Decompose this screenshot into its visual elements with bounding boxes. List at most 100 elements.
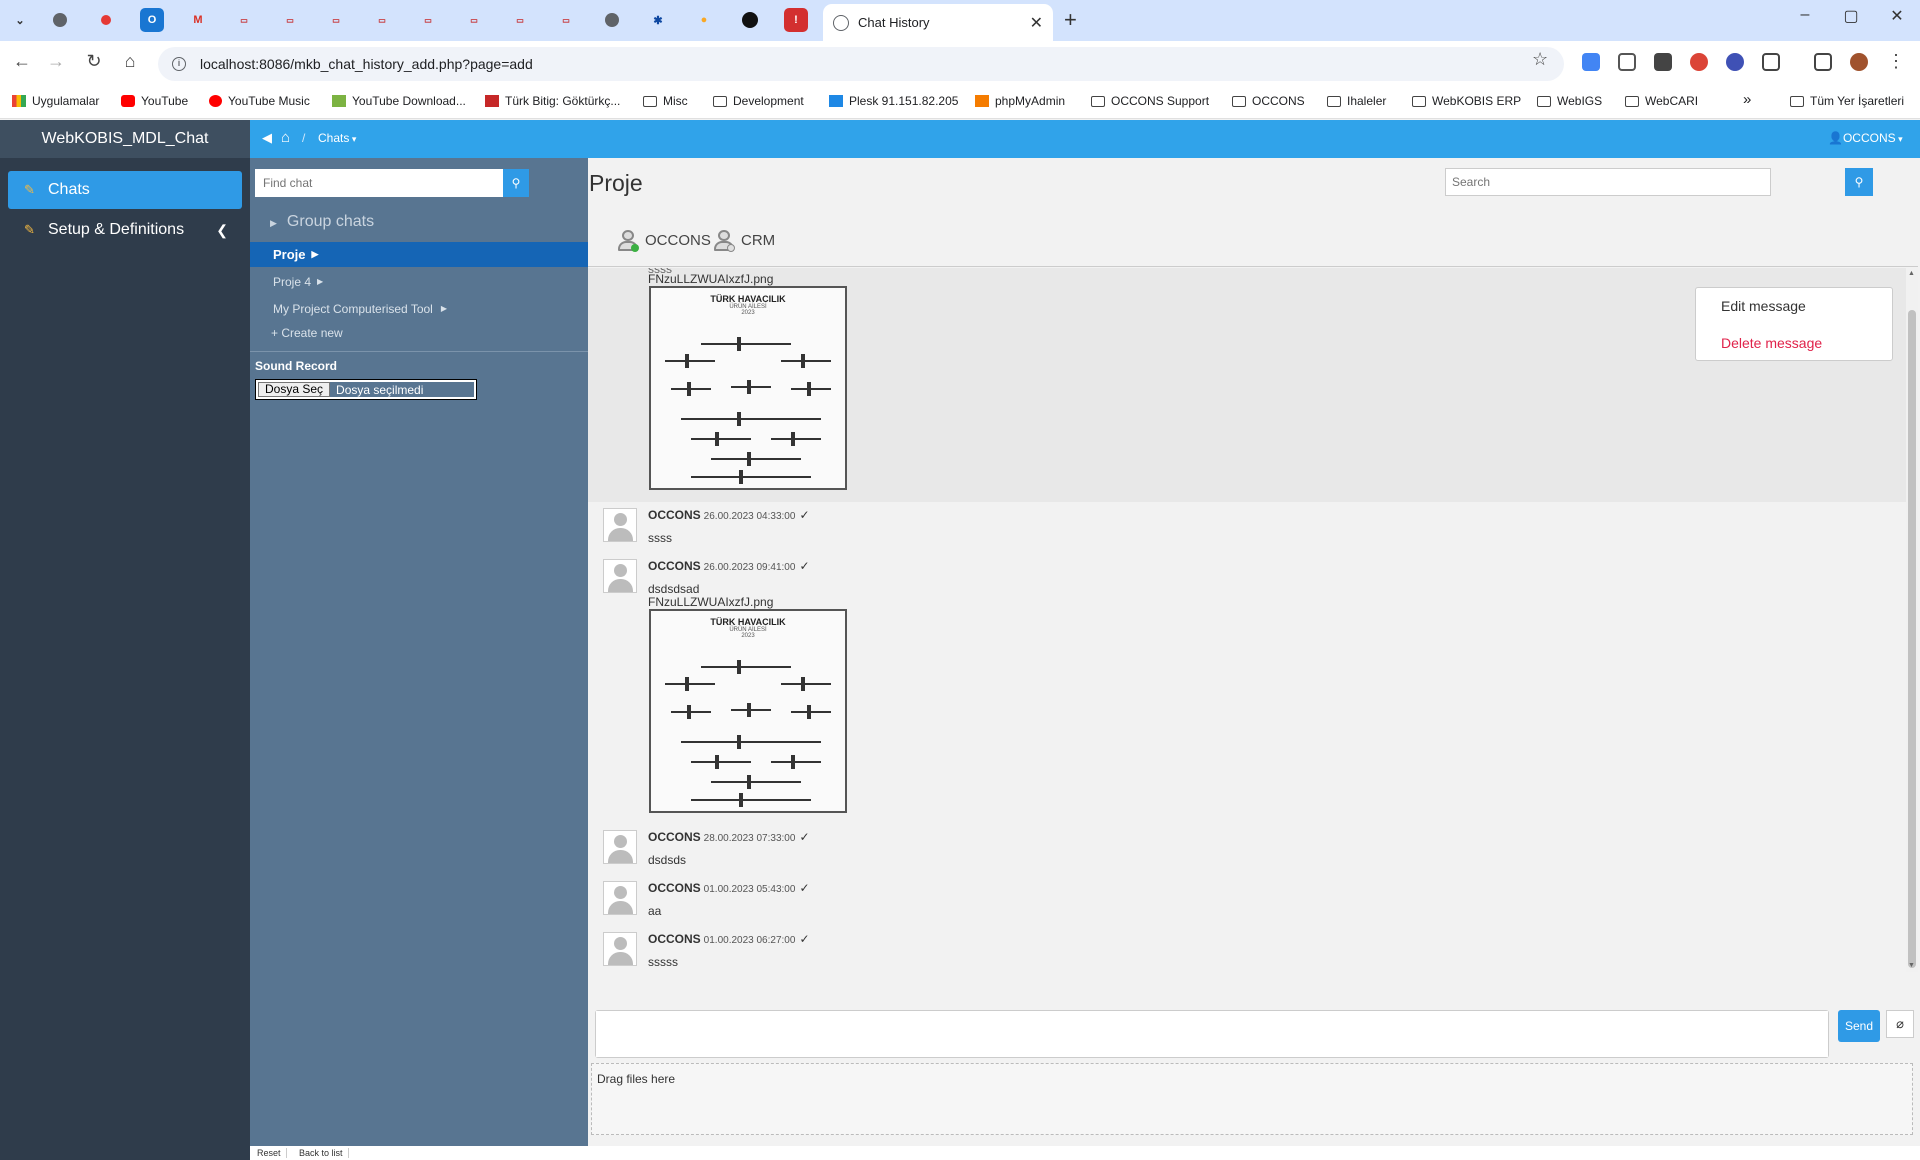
attachment-image[interactable]: TÜRK HAVACILIK ÜRÜN AİLESİ 2023 xyxy=(649,609,847,813)
bookmark-youtube-download[interactable]: YouTube Download... xyxy=(332,94,466,108)
forward-button[interactable]: → xyxy=(44,51,68,72)
chrome-extension-icon[interactable] xyxy=(1690,53,1708,71)
file-drop-zone[interactable]: Drag files here xyxy=(591,1063,1913,1135)
all-bookmarks-folder[interactable]: Tüm Yer İşaretleri xyxy=(1790,94,1904,108)
bookmark-ihaleler[interactable]: Ihaleler xyxy=(1327,94,1386,108)
pinned-tab-app-icon[interactable]: ▭ xyxy=(278,8,302,32)
bookmark-occons-support[interactable]: OCCONS Support xyxy=(1091,94,1209,108)
restore-button[interactable]: ▢ xyxy=(1828,6,1874,26)
chat-item-my-project[interactable]: My Project Computerised Tool ▶ xyxy=(250,296,588,321)
pinned-tab-app-icon[interactable]: ▭ xyxy=(416,8,440,32)
minimize-button[interactable]: – xyxy=(1782,6,1828,24)
find-chat-button[interactable]: ⚲ xyxy=(503,169,529,197)
scrollbar-thumb[interactable] xyxy=(1908,310,1916,968)
delete-message-option[interactable]: Delete message xyxy=(1721,335,1822,351)
tab-search-icon[interactable]: ⌄ xyxy=(8,8,32,32)
bookmark-youtube[interactable]: YouTube xyxy=(121,94,188,108)
url-field[interactable]: i localhost:8086/mkb_chat_history_add.ph… xyxy=(158,47,1564,81)
edit-message-option[interactable]: Edit message xyxy=(1721,298,1806,314)
back-button[interactable]: ← xyxy=(10,51,34,72)
grid-extension-icon[interactable] xyxy=(1654,53,1672,71)
bookmark-turk-bitig[interactable]: Türk Bitig: Göktürkç... xyxy=(485,94,620,108)
message-scrollbar[interactable]: ▲ ▼ xyxy=(1906,268,1918,972)
message-item[interactable]: OCCONS 26.00.2023 04:33:00 ✓ ssss xyxy=(603,508,1803,548)
bookmark-phpmyadmin[interactable]: phpMyAdmin xyxy=(975,94,1065,108)
message-item[interactable]: OCCONS 01.00.2023 05:43:00 ✓ aa xyxy=(603,881,1803,921)
home-button[interactable]: ⌂ xyxy=(118,51,142,72)
chat-item-proje-4[interactable]: Proje 4 ▶ xyxy=(250,269,588,294)
chat-item-proje[interactable]: Proje ▶ xyxy=(250,242,588,267)
bookmark-star-icon[interactable]: ☆ xyxy=(1532,49,1548,70)
message-search-button[interactable]: ⚲ xyxy=(1845,168,1873,196)
new-tab-button[interactable]: + xyxy=(1064,7,1077,33)
tab-chat-history[interactable]: Chat History ✕ xyxy=(823,4,1053,41)
member-occons[interactable]: OCCONS xyxy=(617,228,711,252)
message-item[interactable]: ssss FNzuLLZWUAIxzfJ.png TÜRK HAVACILIK … xyxy=(603,268,1803,502)
pinned-tab-app-icon[interactable]: ▭ xyxy=(508,8,532,32)
user-menu[interactable]: 👤OCCONS ▾ xyxy=(1828,131,1903,145)
scroll-down-icon[interactable]: ▼ xyxy=(1908,962,1915,969)
pinned-tab-app-icon[interactable]: ▭ xyxy=(462,8,486,32)
pinned-tab-animal-icon[interactable]: ● xyxy=(692,8,716,32)
puzzle-extensions-icon[interactable] xyxy=(1762,53,1780,71)
attachment-image[interactable]: TÜRK HAVACILIK ÜRÜN AİLESİ 2023 xyxy=(649,286,847,490)
profile-avatar[interactable] xyxy=(1850,53,1868,71)
scroll-up-icon[interactable]: ▲ xyxy=(1908,270,1915,277)
sidebar-item-chats[interactable]: ✎ Chats xyxy=(8,171,242,209)
app-brand[interactable]: WebKOBIS_MDL_Chat xyxy=(0,120,250,158)
pinned-tab-red-app-icon[interactable]: ! xyxy=(784,8,808,32)
pinned-tab-record-icon[interactable] xyxy=(94,8,118,32)
find-chat-input[interactable] xyxy=(255,169,499,197)
message-item[interactable]: OCCONS 26.00.2023 09:41:00 ✓ dsdsdsad FNzu… xyxy=(603,559,1803,829)
attachment-filename[interactable]: FNzuLLZWUAIxzfJ.png xyxy=(648,595,773,609)
collapse-sidebar-icon[interactable]: ◀ xyxy=(262,130,272,146)
attachment-filename[interactable]: FNzuLLZWUAIxzfJ.png xyxy=(648,272,773,286)
bookmark-webcari[interactable]: WebCARI xyxy=(1625,94,1698,108)
pinned-tab-globe-icon[interactable] xyxy=(600,8,624,32)
close-window-button[interactable]: ✕ xyxy=(1874,6,1920,26)
create-new-chat-link[interactable]: + Create new xyxy=(271,326,343,340)
message-item[interactable]: OCCONS 01.00.2023 06:27:00 ✓ sssss xyxy=(603,932,1803,968)
pinned-tab-app-icon[interactable]: ▭ xyxy=(232,8,256,32)
attach-button[interactable]: ⌀ xyxy=(1886,1010,1914,1038)
pinned-tab-globe-icon[interactable] xyxy=(48,8,72,32)
message-search-input[interactable] xyxy=(1446,169,1742,195)
home-icon[interactable]: ⌂ xyxy=(281,129,290,146)
back-to-list-tab[interactable]: Back to list xyxy=(294,1148,349,1158)
sidebar-item-setup[interactable]: ✎ Setup & Definitions ❮ xyxy=(8,211,242,249)
pinned-tab-gmail-icon[interactable]: M xyxy=(186,8,210,32)
close-tab-icon[interactable]: ✕ xyxy=(1030,13,1043,33)
bookmark-plesk[interactable]: Plesk 91.151.82.205 xyxy=(829,94,958,108)
bookmark-webkobis-erp[interactable]: WebKOBIS ERP xyxy=(1412,94,1521,108)
pinned-tab-circle-icon[interactable] xyxy=(738,8,762,32)
member-crm[interactable]: CRM xyxy=(713,228,775,252)
sound-file-input[interactable]: Dosya Seç Dosya seçilmedi xyxy=(255,379,477,400)
pinned-tab-figure-icon[interactable]: ✱ xyxy=(646,8,670,32)
bookmark-occons[interactable]: OCCONS xyxy=(1232,94,1305,108)
message-input[interactable] xyxy=(596,1011,1828,1057)
pinned-tab-app-icon[interactable]: ▭ xyxy=(370,8,394,32)
link-extension-icon[interactable] xyxy=(1726,53,1744,71)
breadcrumb-chats[interactable]: Chats ▾ xyxy=(318,131,356,145)
send-button[interactable]: Send xyxy=(1838,1010,1880,1042)
reload-button[interactable]: ↻ xyxy=(82,51,106,72)
pinned-tab-app-icon[interactable]: ▭ xyxy=(554,8,578,32)
pinned-tab-app-icon[interactable]: ▭ xyxy=(324,8,348,32)
message-item[interactable]: OCCONS 28.00.2023 07:33:00 ✓ dsdsds xyxy=(603,830,1803,870)
pinned-tab-outlook-icon[interactable]: O xyxy=(140,8,164,32)
bookmark-development[interactable]: Development xyxy=(713,94,804,108)
bookmark-apps[interactable]: Uygulamalar xyxy=(12,94,99,108)
site-info-icon[interactable]: i xyxy=(172,57,186,71)
more-bookmarks-button[interactable]: » xyxy=(1743,91,1751,108)
bookmark-misc[interactable]: Misc xyxy=(643,94,688,108)
side-panel-icon[interactable] xyxy=(1814,53,1832,71)
bookmark-webigs[interactable]: WebIGS xyxy=(1537,94,1602,108)
recycle-extension-icon[interactable] xyxy=(1618,53,1636,71)
find-chat-box: ⚲ xyxy=(255,169,529,197)
choose-file-button[interactable]: Dosya Seç xyxy=(258,382,331,397)
group-chats-toggle[interactable]: ▶ Group chats xyxy=(270,213,374,231)
reset-tab[interactable]: Reset xyxy=(252,1148,287,1158)
translate-extension-icon[interactable] xyxy=(1582,53,1600,71)
browser-menu-icon[interactable]: ⋮ xyxy=(1884,51,1908,72)
bookmark-youtube-music[interactable]: YouTube Music xyxy=(209,94,310,108)
